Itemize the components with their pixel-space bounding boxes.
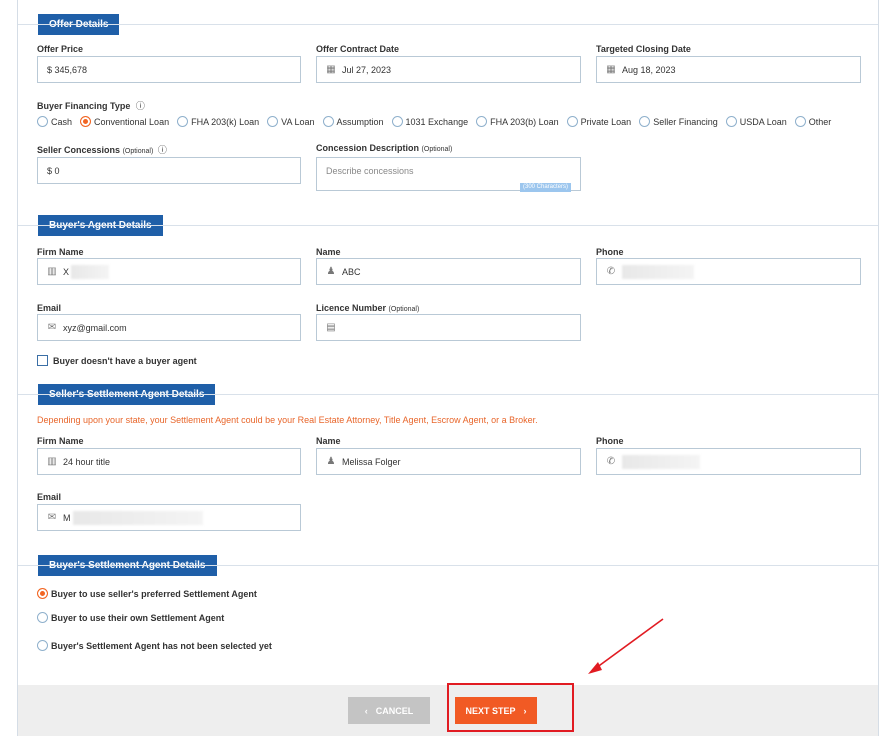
annotation-arrow (588, 618, 664, 674)
